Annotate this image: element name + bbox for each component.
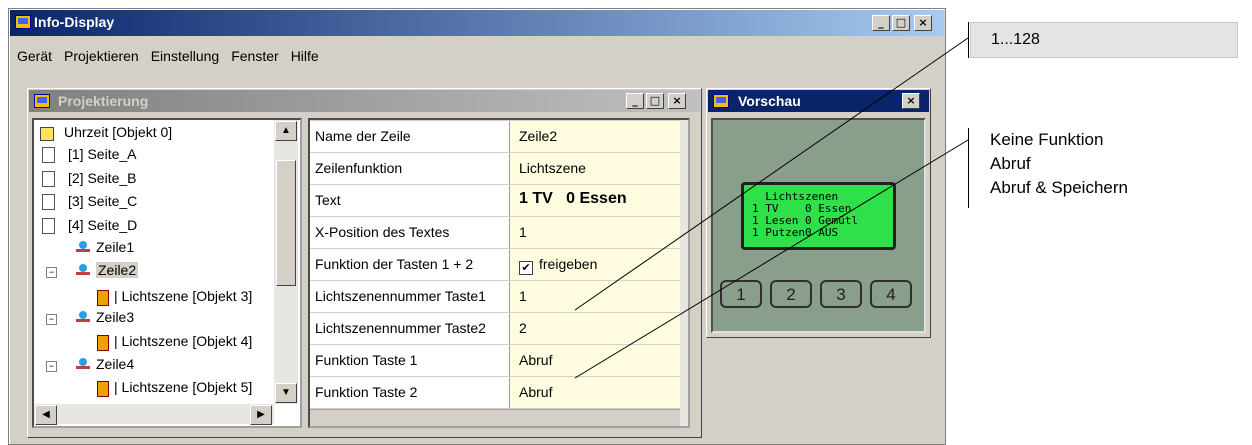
- scroll-up-arrow-icon[interactable]: ▲: [275, 121, 297, 141]
- maximize-button[interactable]: □: [892, 15, 910, 31]
- vorschau-close-button[interactable]: ×: [902, 93, 920, 109]
- checkbox-label: freigeben: [539, 256, 598, 272]
- scroll-left-arrow-icon[interactable]: ◀: [35, 405, 57, 425]
- callout-function-item: Abruf & Speichern: [990, 178, 1128, 197]
- property-row: Name der Zeile Zeile2: [310, 121, 680, 154]
- projektierung-icon: [34, 94, 50, 108]
- tree-item-lichtszene-3[interactable]: | Lichtszene [Objekt 3]: [114, 288, 252, 304]
- window-title: Info-Display: [34, 14, 115, 30]
- property-value-checkbox[interactable]: ✔ freigeben: [510, 249, 680, 280]
- property-value[interactable]: Zeile2: [510, 121, 680, 152]
- clock-object-icon: [40, 127, 54, 141]
- menu-fenster[interactable]: Fenster: [224, 40, 283, 64]
- scroll-down-arrow-icon[interactable]: ▼: [275, 383, 297, 403]
- property-name: Text: [310, 185, 510, 216]
- collapse-icon[interactable]: −: [46, 314, 57, 325]
- property-name: Name der Zeile: [310, 121, 510, 152]
- property-value[interactable]: Abruf: [510, 377, 680, 408]
- property-value[interactable]: 1: [510, 281, 680, 312]
- row-icon: [76, 358, 90, 370]
- property-grid-scrollbar[interactable]: [680, 120, 688, 426]
- minimize-button[interactable]: _: [872, 15, 890, 31]
- vorschau-icon: [713, 94, 729, 108]
- callout-function-item: Abruf: [990, 154, 1031, 173]
- property-row: Text 1 TV 0 Essen: [310, 185, 680, 218]
- device-button-2[interactable]: 2: [770, 280, 812, 308]
- property-row: Lichtszenennummer Taste1 1: [310, 281, 680, 314]
- tree-item-zeile1[interactable]: Zeile1: [96, 239, 134, 255]
- property-row: Funktion Taste 1 Abruf: [310, 345, 680, 378]
- tree-item-zeile4[interactable]: Zeile4: [96, 356, 134, 372]
- row-icon: [76, 264, 90, 276]
- lichtszene-icon: [97, 335, 109, 351]
- page-icon: [42, 194, 55, 210]
- property-value[interactable]: Lichtszene: [510, 153, 680, 184]
- collapse-icon[interactable]: −: [46, 361, 57, 372]
- tree-item-zeile3[interactable]: Zeile3: [96, 309, 134, 325]
- collapse-icon[interactable]: −: [46, 267, 57, 278]
- tree-item-lichtszene-5[interactable]: | Lichtszene [Objekt 5]: [114, 379, 252, 395]
- property-name: X-Position des Textes: [310, 217, 510, 248]
- property-value[interactable]: 2: [510, 313, 680, 344]
- device-button-4[interactable]: 4: [870, 280, 912, 308]
- lcd-display: Lichtszenen 1 TV 0 Essen 1 Lesen 0 Gemütl 1…: [741, 182, 896, 250]
- row-icon: [76, 311, 90, 323]
- page-icon: [42, 171, 55, 187]
- callout-marker: [968, 128, 969, 208]
- main-titlebar[interactable]: [10, 10, 944, 36]
- property-row: X-Position des Textes 1: [310, 217, 680, 250]
- property-name: Funktion Taste 1: [310, 345, 510, 376]
- tree-scroll-thumb[interactable]: [276, 160, 296, 286]
- property-name: Lichtszenennummer Taste1: [310, 281, 510, 312]
- tree-item-lichtszene-4[interactable]: | Lichtszene [Objekt 4]: [114, 333, 252, 349]
- property-value[interactable]: 1: [510, 217, 680, 248]
- scroll-right-arrow-icon[interactable]: ▶: [250, 405, 272, 425]
- projektierung-maximize-button[interactable]: □: [646, 93, 664, 109]
- property-row: Lichtszenennummer Taste2 2: [310, 313, 680, 346]
- device-button-3[interactable]: 3: [820, 280, 862, 308]
- row-icon: [76, 241, 90, 253]
- tree-item-zeile2-selected[interactable]: Zeile2: [96, 262, 139, 278]
- menu-einstellung[interactable]: Einstellung: [144, 40, 225, 64]
- property-row: Funktion der Tasten 1 + 2 ✔ freigeben: [310, 249, 680, 282]
- tree-horizontal-scrollbar[interactable]: [34, 404, 274, 424]
- projektierung-title: Projektierung: [58, 93, 149, 109]
- property-row: Funktion Taste 2 Abruf: [310, 377, 680, 410]
- property-row: Zeilenfunktion Lichtszene: [310, 153, 680, 186]
- app-icon: [15, 15, 31, 29]
- callout-marker: [968, 22, 969, 58]
- lichtszene-icon: [97, 290, 109, 306]
- property-name: Lichtszenennummer Taste2: [310, 313, 510, 344]
- menu-projektieren[interactable]: Projektieren: [57, 40, 144, 64]
- property-name: Funktion Taste 2: [310, 377, 510, 408]
- menu-geraet[interactable]: Gerät: [10, 40, 57, 64]
- vorschau-title: Vorschau: [738, 93, 801, 109]
- projektierung-minimize-button[interactable]: _: [626, 93, 644, 109]
- property-value[interactable]: Abruf: [510, 345, 680, 376]
- property-name: Funktion der Tasten 1 + 2: [310, 249, 510, 280]
- callout-function-item: Keine Funktion: [990, 130, 1104, 149]
- close-button[interactable]: ×: [914, 15, 932, 31]
- page-icon: [42, 147, 55, 163]
- checkbox-checked-icon[interactable]: ✔: [519, 261, 533, 275]
- callout-range: 1...128: [970, 22, 1238, 58]
- tree-item-seite-d[interactable]: [4] Seite_D: [68, 217, 137, 233]
- page-icon: [42, 218, 55, 234]
- property-name: Zeilenfunktion: [310, 153, 510, 184]
- callout-functions: Keine Funktion Abruf Abruf & Speichern: [990, 128, 1128, 200]
- tree-item-uhrzeit[interactable]: Uhrzeit [Objekt 0]: [64, 124, 172, 140]
- menu-bar: Gerät Projektieren Einstellung Fenster Hilfe: [10, 40, 324, 64]
- device-button-1[interactable]: 1: [720, 280, 762, 308]
- menu-hilfe[interactable]: Hilfe: [284, 40, 324, 64]
- projektierung-close-button[interactable]: ×: [668, 93, 686, 109]
- tree-item-seite-b[interactable]: [2] Seite_B: [68, 170, 137, 186]
- property-value-text[interactable]: 1 TV 0 Essen: [510, 185, 680, 216]
- lichtszene-icon: [97, 381, 109, 397]
- tree-item-seite-a[interactable]: [1] Seite_A: [68, 146, 137, 162]
- tree-item-seite-c[interactable]: [3] Seite_C: [68, 193, 137, 209]
- lcd-line: 1 Putzen0 AUS: [752, 226, 839, 239]
